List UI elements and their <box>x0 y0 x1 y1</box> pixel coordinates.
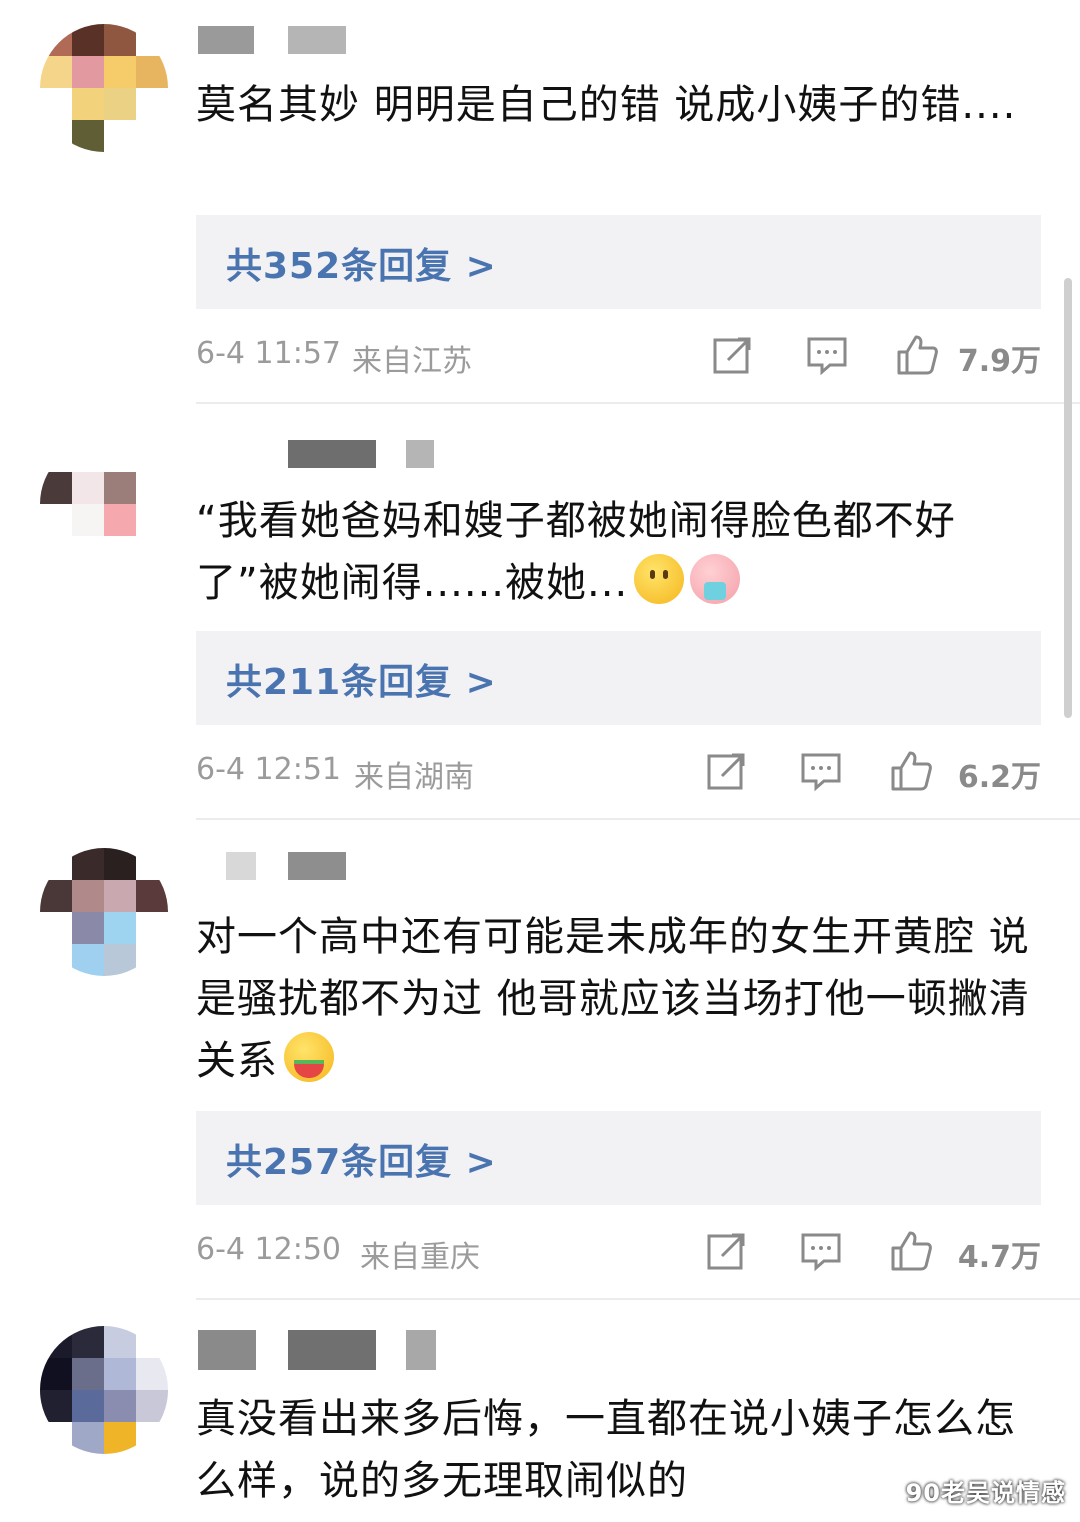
scrollbar[interactable] <box>1064 278 1072 718</box>
username-redacted[interactable] <box>196 26 456 60</box>
timestamp: 6-4 12:50 <box>196 1232 341 1267</box>
divider <box>196 402 1080 404</box>
like-count: 4.7万 <box>957 1240 1041 1275</box>
avatar[interactable] <box>40 440 168 568</box>
comment-text: “我看她爸妈和嫂子都被她闹得脸色都不好了”被她闹得......被她... <box>196 490 1046 614</box>
avatar[interactable] <box>40 24 168 152</box>
avatar[interactable] <box>40 1326 168 1454</box>
comment-meta: 6-4 12:50 来自重庆 4.7万 <box>196 1228 1041 1278</box>
comment-icon[interactable] <box>800 1230 842 1272</box>
reply-count-link[interactable]: 共211条回复 > <box>196 631 1041 725</box>
location: 来自湖南 <box>354 760 474 795</box>
comment-text: 莫名其妙 明明是自己的错 说成小姨子的错.... <box>196 82 1017 128</box>
username-redacted[interactable] <box>196 440 456 474</box>
like-count: 6.2万 <box>957 760 1041 795</box>
thumbs-up-icon[interactable] <box>890 750 932 792</box>
reply-count-label: 共257条回复 > <box>226 1142 497 1183</box>
share-icon[interactable] <box>706 1230 748 1272</box>
location: 来自重庆 <box>360 1240 480 1275</box>
comment-meta: 6-4 11:57 来自江苏 7.9万 <box>196 332 1041 382</box>
smile-emoji <box>634 554 685 604</box>
thumbs-up-icon[interactable] <box>890 1230 932 1272</box>
comment-meta: 6-4 12:51 来自湖南 6.2万 <box>196 748 1041 798</box>
reply-count-label: 共352条回复 > <box>226 246 497 287</box>
divider <box>196 818 1080 820</box>
share-icon[interactable] <box>712 334 754 376</box>
username-redacted[interactable] <box>196 852 456 886</box>
like-count: 7.9万 <box>957 344 1041 379</box>
comment-text: 对一个高中还有可能是未成年的女生开黄腔 说是骚扰都不为过 他哥就应该当场打他一顿… <box>196 906 1046 1092</box>
share-icon[interactable] <box>706 750 748 792</box>
location: 来自江苏 <box>352 344 472 379</box>
reply-count-link[interactable]: 共257条回复 > <box>196 1111 1041 1205</box>
username-redacted[interactable] <box>196 1330 456 1370</box>
divider <box>196 1298 1080 1300</box>
eating-emoji <box>284 1032 334 1082</box>
comment-text-body: “我看她爸妈和嫂子都被她闹得脸色都不好了”被她闹得......被她... <box>196 498 956 606</box>
reply-count-label: 共211条回复 > <box>226 662 497 703</box>
reply-count-link[interactable]: 共352条回复 > <box>196 215 1041 309</box>
thumbs-up-icon[interactable] <box>896 334 938 376</box>
timestamp: 6-4 12:51 <box>196 752 341 787</box>
avatar[interactable] <box>40 848 168 976</box>
watermark: 90老吴说情感 <box>905 1479 1066 1507</box>
comment-icon[interactable] <box>800 750 842 792</box>
vomit-emoji <box>690 554 741 604</box>
timestamp: 6-4 11:57 <box>196 336 341 371</box>
comment-icon[interactable] <box>806 334 848 376</box>
